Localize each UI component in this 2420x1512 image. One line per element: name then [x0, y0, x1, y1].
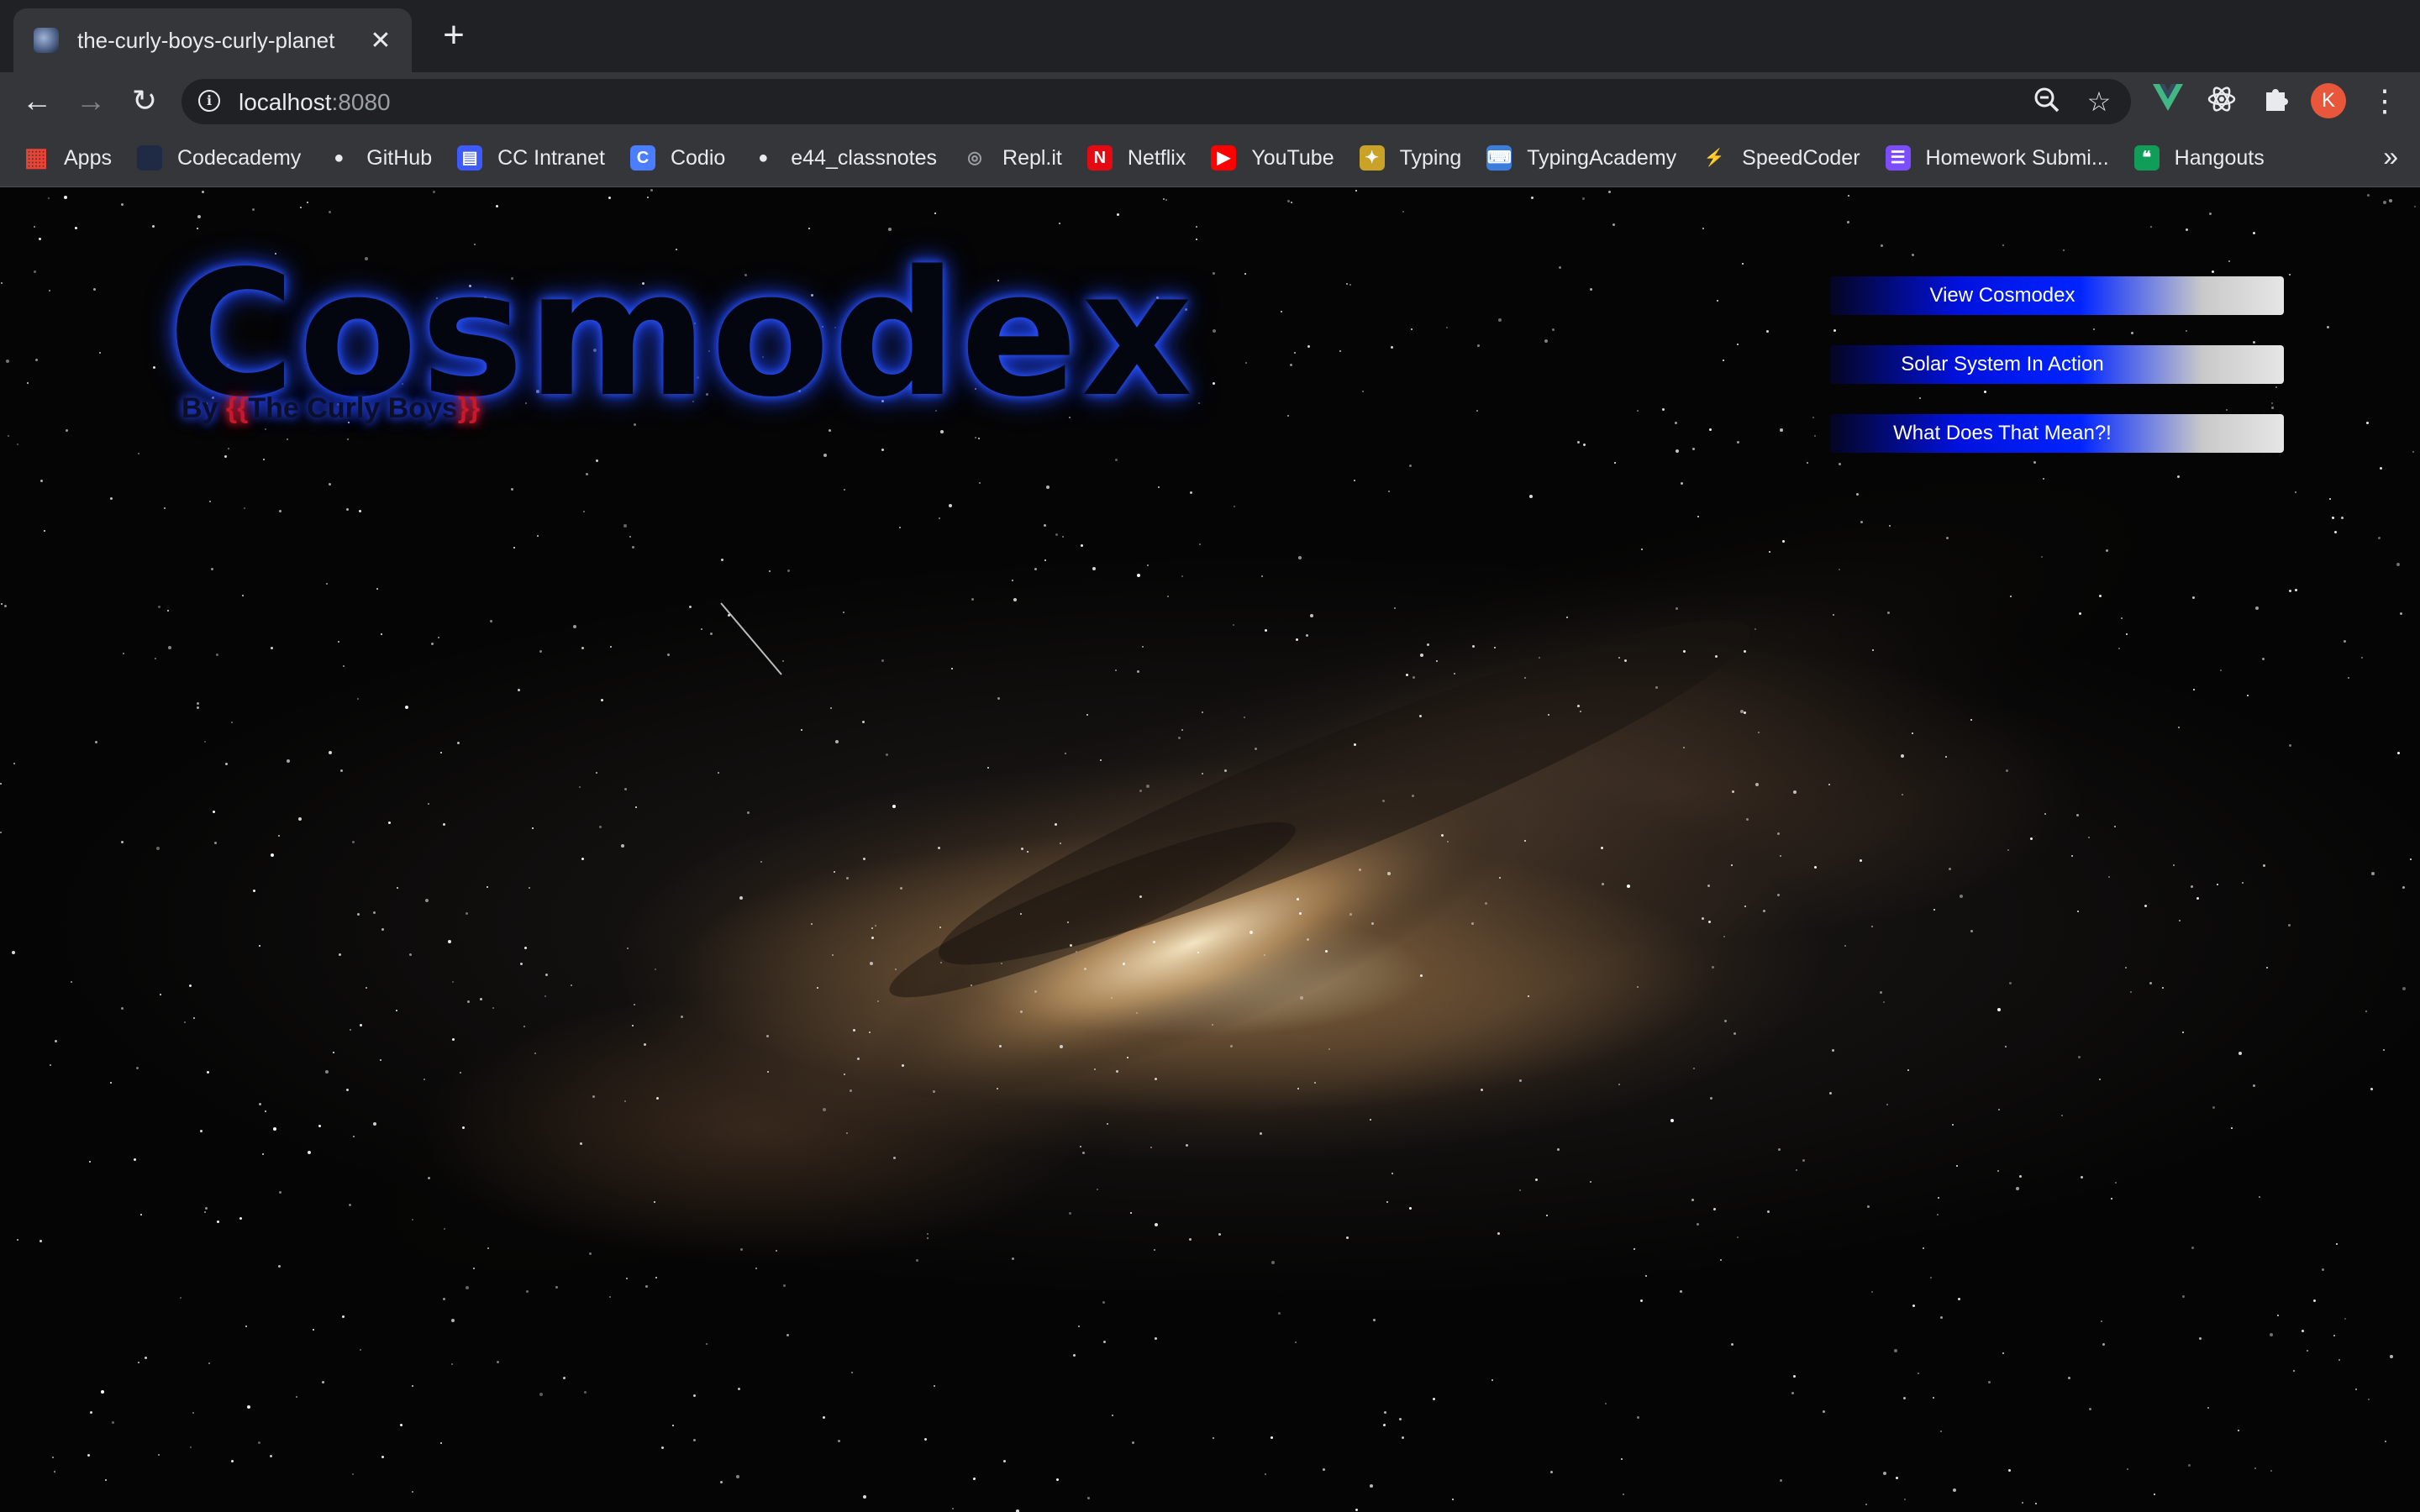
back-button[interactable]: ←	[20, 84, 54, 118]
url-port: :8080	[331, 89, 391, 115]
bookmark-typingacademy[interactable]: ⌨ TypingAcademy	[1486, 145, 1676, 171]
netflix-icon: N	[1086, 145, 1113, 171]
bookmark-label: Apps	[64, 145, 112, 170]
homework-icon: ☰	[1885, 145, 1911, 171]
close-tab-icon[interactable]: ✕	[368, 26, 393, 55]
hangouts-icon: ❝	[2133, 145, 2160, 171]
view-cosmodex-button[interactable]: View Cosmodex	[1830, 276, 2284, 315]
cc-intranet-icon: ▤	[457, 145, 483, 171]
byline-prefix: By	[182, 392, 226, 424]
page-viewport: Cosmodex By {{The Curly Boys}} View Cosm…	[0, 187, 2420, 1512]
bookmark-label: CC Intranet	[497, 145, 605, 170]
browser-tabstrip: the-curly-boys-curly-planet ✕ +	[0, 0, 2420, 72]
main-nav: View Cosmodex Solar System In Action Wha…	[1830, 276, 2284, 483]
byline-name: The Curly Boys	[248, 392, 458, 424]
url-host: localhost	[239, 89, 332, 115]
what-does-that-mean-button[interactable]: What Does That Mean?!	[1830, 414, 2284, 453]
typingacademy-icon: ⌨	[1486, 145, 1512, 171]
react-devtools-icon[interactable]	[2205, 84, 2238, 118]
byline-open-braces: {{	[225, 392, 249, 424]
bookmark-label: TypingAcademy	[1527, 145, 1677, 170]
what-does-that-mean-label: What Does That Mean?!	[1893, 422, 2112, 444]
view-cosmodex-label: View Cosmodex	[1929, 284, 2075, 307]
site-info-icon[interactable]: i	[198, 90, 220, 112]
tab-title: the-curly-boys-curly-planet	[77, 27, 335, 53]
url-text[interactable]: localhost:8080	[239, 89, 391, 116]
youtube-icon: ▶	[1211, 145, 1237, 171]
bookmark-label: SpeedCoder	[1742, 145, 1860, 170]
bookmark-hangouts[interactable]: ❝ Hangouts	[2133, 145, 2265, 171]
bookmark-e44-classnotes[interactable]: ● e44_classnotes	[750, 145, 937, 171]
vue-devtools-icon[interactable]	[2151, 84, 2185, 118]
replit-icon: ◎	[967, 149, 982, 167]
bookmark-codio[interactable]: C Codio	[629, 145, 726, 171]
address-bar[interactable]: i localhost:8080 ☆	[182, 79, 2131, 124]
github-icon: ●	[334, 149, 345, 167]
codio-icon: C	[629, 145, 655, 171]
apps-grid-icon: ▦	[24, 144, 49, 171]
browser-menu-icon[interactable]: ⋮	[2368, 84, 2402, 118]
extensions-puzzle-icon[interactable]	[2259, 84, 2292, 118]
browser-toolbar: ← → ↻ i localhost:8080 ☆ K ⋮	[0, 72, 2420, 129]
bookmark-netflix[interactable]: N Netflix	[1086, 145, 1186, 171]
bookmark-label: YouTube	[1251, 145, 1334, 170]
zoom-icon[interactable]	[2030, 86, 2064, 121]
byline-close-braces: }}	[457, 392, 481, 424]
reload-button[interactable]: ↻	[128, 84, 161, 118]
bookmark-label: Codecademy	[176, 145, 302, 170]
bookmark-star-icon[interactable]: ☆	[2082, 86, 2116, 118]
github-icon: ●	[758, 149, 769, 167]
bookmark-repl-it[interactable]: ◎ Repl.it	[962, 145, 1062, 171]
bookmark-github[interactable]: ● GitHub	[326, 145, 432, 171]
bookmark-label: GitHub	[366, 145, 433, 170]
solar-system-button[interactable]: Solar System In Action	[1830, 345, 2284, 384]
more-bookmarks-icon[interactable]: »	[2383, 141, 2398, 172]
byline: By {{The Curly Boys}}	[182, 392, 480, 425]
solar-system-label: Solar System In Action	[1901, 353, 2104, 375]
forward-button[interactable]: →	[74, 84, 108, 118]
typing-icon: ✦	[1359, 145, 1385, 171]
bookmark-label: Hangouts	[2174, 145, 2265, 170]
bookmark-youtube[interactable]: ▶ YouTube	[1211, 145, 1334, 171]
bookmark-apps[interactable]: ▦ Apps	[24, 145, 112, 171]
new-tab-button[interactable]: +	[437, 17, 471, 54]
bookmark-codecademy[interactable]: Codecademy	[136, 145, 302, 171]
bookmark-cc-intranet[interactable]: ▤ CC Intranet	[457, 145, 605, 171]
bookmark-label: Repl.it	[1002, 145, 1062, 170]
planet-favicon-icon	[34, 28, 59, 53]
bookmark-typing[interactable]: ✦ Typing	[1359, 145, 1462, 171]
bookmark-label: Typing	[1399, 145, 1462, 170]
speedcoder-icon: ⚡	[1703, 149, 1725, 167]
bookmarks-bar: ▦ Apps Codecademy ● GitHub ▤ CC Intranet C Codio…	[0, 129, 2420, 187]
profile-avatar[interactable]: K	[2311, 83, 2346, 118]
bookmark-label: Netflix	[1127, 145, 1186, 170]
bookmark-homework-submi[interactable]: ☰ Homework Submi...	[1885, 145, 2109, 171]
codecademy-icon	[136, 145, 162, 171]
bookmark-label: e44_classnotes	[791, 145, 938, 170]
bookmark-label: Homework Submi...	[1925, 145, 2109, 170]
browser-tab[interactable]: the-curly-boys-curly-planet ✕	[13, 8, 412, 72]
bookmark-label: Codio	[670, 145, 726, 170]
bookmark-speedcoder[interactable]: ⚡ SpeedCoder	[1702, 145, 1860, 171]
